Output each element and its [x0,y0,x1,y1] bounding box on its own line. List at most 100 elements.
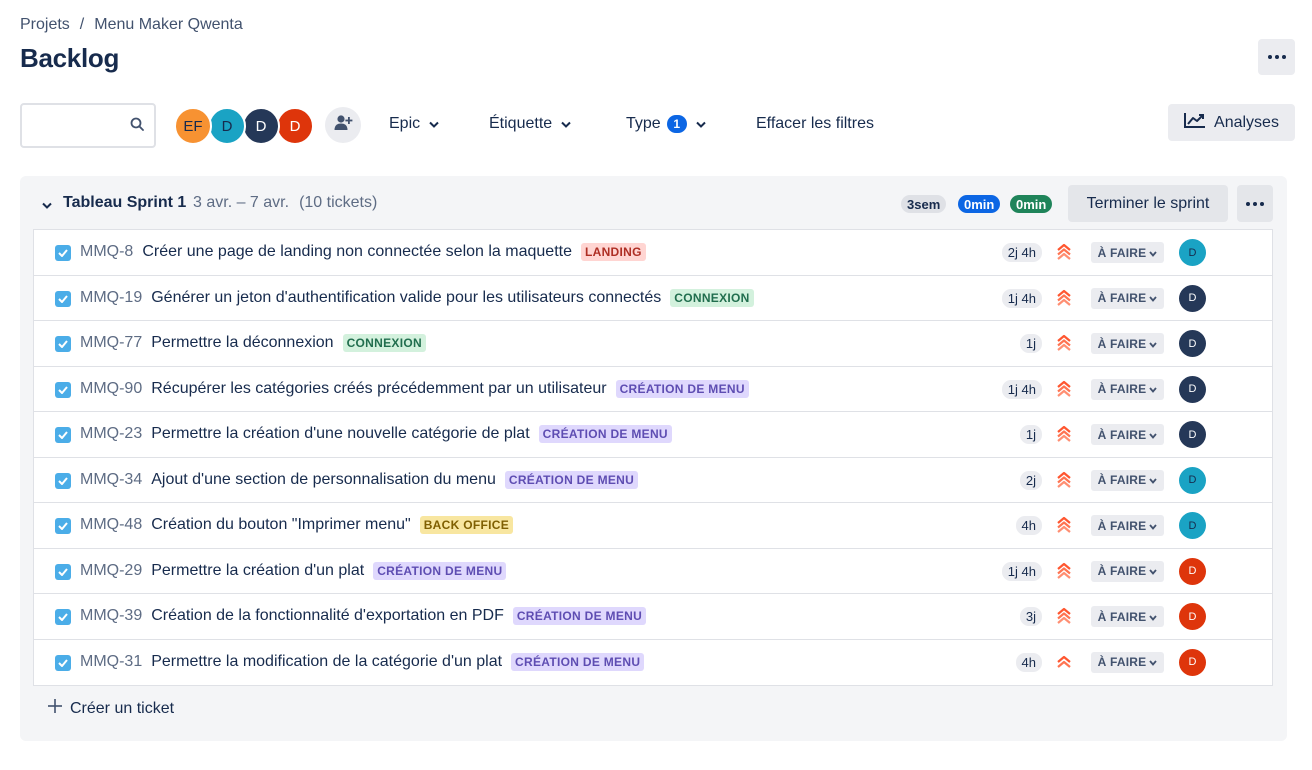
create-ticket-label: Créer un ticket [70,699,175,717]
create-ticket-button[interactable]: Créer un ticket [48,699,174,718]
story-points-badge: 2j 4h [1001,243,1042,262]
high-priority-icon [1056,653,1072,676]
epic-lozenge[interactable]: CONNEXION [342,334,426,352]
issue-key[interactable]: MMQ-8 [80,243,133,261]
story-points-badge: 4h [1015,516,1042,535]
status-dropdown[interactable]: À FAIRE [1091,606,1164,627]
add-people-button[interactable] [325,107,361,143]
epic-lozenge[interactable]: CRÉATION DE MENU [373,561,507,580]
issue-row[interactable]: MMQ-39 Création de la fonctionnalité d'ex… [34,594,1272,640]
issue-row[interactable]: MMQ-23 Permettre la création d'une nouvel… [34,412,1272,458]
chevron-down-icon[interactable] [42,196,52,214]
issue-row[interactable]: MMQ-8 Créer une page de landing non conne… [34,230,1272,276]
issue-summary: Permettre la modification de la catégori… [151,652,503,670]
epic-lozenge[interactable]: BACK OFFICE [419,516,514,534]
avatar[interactable]: D [1179,421,1206,448]
issue-key[interactable]: MMQ-48 [80,516,142,534]
avatar[interactable]: D [1179,330,1206,357]
page-title: Backlog [20,43,120,73]
epic-filter-dropdown[interactable]: Epic [389,115,439,133]
status-dropdown[interactable]: À FAIRE [1091,515,1164,536]
avatar[interactable]: D [242,107,280,145]
avatar[interactable]: D [208,107,246,145]
avatar[interactable]: D [1179,239,1206,266]
type-filter-dropdown[interactable]: Type 1 [626,115,706,133]
chevron-down-icon [1149,610,1158,624]
chevron-down-icon [1149,655,1158,669]
task-type-icon [55,518,71,534]
page-more-actions-button[interactable] [1258,39,1295,75]
issue-main: MMQ-39 Création de la fonctionnalité d'ex… [80,607,647,625]
status-dropdown[interactable]: À FAIRE [1091,424,1164,445]
issue-key[interactable]: MMQ-90 [80,380,142,398]
issue-row[interactable]: MMQ-90 Récupérer les catégories créés pré… [34,367,1272,412]
issue-row[interactable]: MMQ-77 Permettre la déconnexion CONNEXION 1… [34,321,1272,367]
issue-list: MMQ-8 Créer une page de landing non conne… [33,229,1273,686]
avatar[interactable]: D [1179,284,1206,312]
avatar[interactable]: D [1179,603,1206,630]
issue-row[interactable]: MMQ-34 Ajout d'une section de personnalis… [34,458,1272,503]
issue-key[interactable]: MMQ-34 [80,471,142,489]
status-dropdown[interactable]: À FAIRE [1091,469,1164,491]
issue-key[interactable]: MMQ-29 [80,562,142,580]
status-dropdown[interactable]: À FAIRE [1091,651,1164,673]
issue-main: MMQ-48 Création du bouton "Imprimer menu"… [80,516,514,534]
issue-key[interactable]: MMQ-39 [80,607,142,625]
breadcrumb-project-link[interactable]: Menu Maker Qwenta [94,16,243,34]
plus-icon [48,699,62,718]
sprint-more-actions-button[interactable] [1237,185,1273,222]
epic-lozenge[interactable]: CRÉATION DE MENU [538,425,672,443]
issue-summary: Permettre la création d'un plat [151,561,365,579]
chevron-down-icon [1149,564,1158,578]
status-dropdown[interactable]: À FAIRE [1091,560,1164,582]
issue-row[interactable]: MMQ-31 Permettre la modification de la ca… [34,640,1272,686]
done-estimate-badge: 0min [1010,195,1053,213]
chevron-down-icon [1149,428,1158,442]
status-dropdown[interactable]: À FAIRE [1091,378,1164,400]
search-icon [130,117,144,136]
issue-key[interactable]: MMQ-77 [80,334,142,352]
status-dropdown[interactable]: À FAIRE [1091,287,1164,309]
status-dropdown[interactable]: À FAIRE [1091,242,1164,263]
avatar[interactable]: EF [174,107,212,145]
epic-lozenge[interactable]: CRÉATION DE MENU [615,379,749,398]
highest-priority-icon [1056,425,1072,448]
status-dropdown[interactable]: À FAIRE [1091,333,1164,354]
more-icon [1267,55,1286,59]
issue-main: MMQ-31 Permettre la modification de la ca… [80,652,645,671]
sprint-name[interactable]: Tableau Sprint 1 [63,194,186,212]
label-filter-dropdown[interactable]: Étiquette [489,115,571,133]
assignee-filter-avatars: EF D D D [174,107,314,145]
highest-priority-icon [1056,289,1072,312]
avatar[interactable]: D [1179,375,1206,403]
issue-row[interactable]: MMQ-19 Générer un jeton d'authentificatio… [34,276,1272,321]
avatar[interactable]: D [276,107,314,145]
epic-lozenge[interactable]: CONNEXION [670,288,754,307]
chart-trend-icon [1184,112,1206,133]
issue-row[interactable]: MMQ-48 Création du bouton "Imprimer menu"… [34,503,1272,549]
avatar[interactable]: D [1179,466,1206,494]
epic-lozenge[interactable]: CRÉATION DE MENU [512,607,647,625]
avatar[interactable]: D [1179,648,1206,676]
epic-lozenge[interactable]: CRÉATION DE MENU [504,470,639,489]
breadcrumb-projects-link[interactable]: Projets [20,16,70,34]
search-input[interactable] [30,105,130,145]
story-points-badge: 1j [1019,425,1042,444]
task-type-icon [55,290,71,307]
chevron-down-icon [1149,337,1158,351]
avatar[interactable]: D [1179,512,1206,539]
task-type-icon [55,563,71,580]
issue-row[interactable]: MMQ-29 Permettre la création d'un plat CRÉ… [34,549,1272,594]
issue-key[interactable]: MMQ-31 [80,653,142,671]
chevron-down-icon [1149,291,1158,305]
finish-sprint-button[interactable]: Terminer le sprint [1068,185,1228,222]
epic-lozenge[interactable]: CRÉATION DE MENU [511,652,645,671]
story-points-badge: 3j [1019,607,1042,626]
clear-filters-button[interactable]: Effacer les filtres [756,115,874,133]
issue-key[interactable]: MMQ-19 [80,289,142,307]
avatar[interactable]: D [1179,557,1206,585]
epic-lozenge[interactable]: LANDING [580,243,646,261]
analytics-button[interactable]: Analyses [1168,104,1295,141]
status-label: À FAIRE [1097,336,1147,351]
issue-key[interactable]: MMQ-23 [80,425,142,443]
